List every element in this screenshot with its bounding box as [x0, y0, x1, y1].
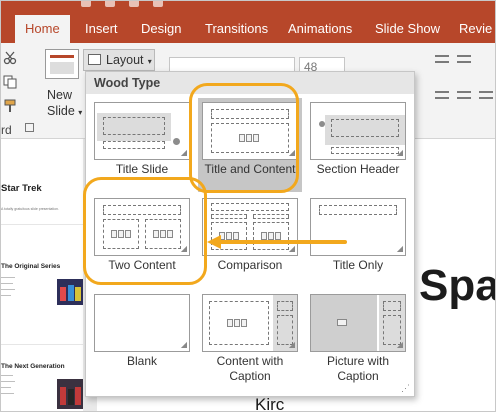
- layout-label: Blank: [126, 354, 158, 368]
- gallery-resize-grip[interactable]: ⋰: [401, 383, 410, 394]
- tab-slide-show[interactable]: Slide Show: [375, 15, 440, 43]
- layout-picture-with-caption[interactable]: ◢ Picture with Caption: [306, 290, 410, 384]
- new-slide-label-line2: Slide ▾: [47, 104, 83, 118]
- slide-thumbnails-panel: Star Trek A totally gratuitous slide pre…: [1, 139, 83, 411]
- copy-icon[interactable]: [3, 75, 17, 89]
- tab-design[interactable]: Design: [141, 15, 181, 43]
- layout-button-label: Layout: [106, 53, 144, 67]
- highlight-circle-two-content: [83, 177, 207, 285]
- annotation-arrow-shaft: [219, 240, 347, 244]
- crew-photo: [57, 279, 83, 305]
- annotation-arrow-head-icon: [207, 235, 221, 249]
- resize-mark: ◢: [396, 148, 403, 157]
- layout-thumbnail: ◢: [202, 294, 298, 352]
- layout-icon: [88, 54, 101, 65]
- quick-access-toolbar: [81, 1, 163, 9]
- tab-home[interactable]: Home: [15, 15, 70, 43]
- thumb-title: The Original Series: [1, 263, 61, 270]
- crew-photo: [57, 379, 83, 409]
- slide-thumbnail-1[interactable]: Star Trek A totally gratuitous slide pre…: [1, 141, 83, 225]
- thumb-line: [1, 381, 15, 382]
- clipboard-launcher-icon[interactable]: [25, 123, 34, 132]
- thumb-title: The Next Generation: [1, 363, 65, 370]
- resize-mark: ◢: [180, 148, 187, 157]
- align-center-icon[interactable]: [457, 91, 471, 99]
- layout-button[interactable]: Layout ▾: [83, 49, 155, 71]
- slide-body-text[interactable]: Kirc: [255, 395, 284, 411]
- layout-label: Title Slide: [115, 162, 169, 176]
- ribbon-tab-bar: Home Insert Design Transitions Animation…: [1, 1, 495, 43]
- align-left-icon[interactable]: [435, 91, 449, 99]
- numbering-icon[interactable]: [457, 55, 471, 63]
- layout-label: Content with Caption: [216, 354, 284, 383]
- layout-thumbnail: ◢: [310, 102, 406, 160]
- layout-label: Picture with Caption: [326, 354, 390, 383]
- resize-mark: ◢: [288, 244, 295, 253]
- format-painter-icon[interactable]: [3, 99, 17, 113]
- resize-mark: ◢: [288, 340, 295, 349]
- layout-content-with-caption[interactable]: ◢ Content with Caption: [198, 290, 302, 384]
- undo-icon[interactable]: [105, 1, 115, 7]
- tab-review[interactable]: Revie: [459, 15, 492, 43]
- tab-animations[interactable]: Animations: [288, 15, 352, 43]
- thumb-line: [1, 375, 13, 376]
- align-right-icon[interactable]: [479, 91, 493, 99]
- layout-label: Comparison: [217, 258, 283, 272]
- thumb-subtitle: A totally gratuitous slide presentation.: [1, 207, 59, 211]
- layout-label: Section Header: [316, 162, 400, 176]
- resize-mark: ◢: [396, 244, 403, 253]
- slide-thumbnail-2[interactable]: The Original Series: [1, 249, 83, 345]
- tab-insert[interactable]: Insert: [85, 15, 118, 43]
- clipboard-group-label: rd: [1, 123, 12, 137]
- slide-title-text[interactable]: Spa: [419, 261, 495, 311]
- thumb-title: Star Trek: [1, 183, 42, 194]
- resize-mark: ◢: [180, 340, 187, 349]
- content-placeholder-icon: [227, 317, 249, 329]
- thumb-line: [1, 277, 15, 278]
- new-slide-label-line1: New: [47, 88, 73, 102]
- paragraph-group: [435, 55, 495, 115]
- layout-thumbnail: ◢: [94, 294, 190, 352]
- bullets-icon[interactable]: [435, 55, 449, 63]
- start-from-beginning-icon[interactable]: [153, 1, 163, 7]
- resize-mark: ◢: [396, 340, 403, 349]
- layout-label: Title Only: [332, 258, 384, 272]
- powerpoint-window: Home Insert Design Transitions Animation…: [0, 0, 496, 412]
- tab-transitions[interactable]: Transitions: [205, 15, 268, 43]
- new-slide-button[interactable]: New Slide ▾: [47, 87, 82, 121]
- slide-thumbnail-3[interactable]: The Next Generation: [1, 359, 83, 411]
- redo-icon[interactable]: [129, 1, 139, 7]
- layout-blank[interactable]: ◢ Blank: [90, 290, 194, 384]
- picture-placeholder-icon: [337, 319, 347, 326]
- highlight-circle-title-and-content: [189, 83, 299, 193]
- thumb-line: [1, 295, 11, 296]
- layout-thumbnail: ◢: [310, 294, 406, 352]
- thumb-line: [1, 283, 13, 284]
- thumb-line: [1, 387, 11, 388]
- thumb-line: [1, 289, 15, 290]
- cut-icon[interactable]: [3, 51, 17, 65]
- new-slide-icon[interactable]: [45, 49, 79, 79]
- chevron-down-icon: ▾: [145, 57, 152, 66]
- layout-thumbnail: ◢: [94, 102, 190, 160]
- layout-thumbnail: ◢: [310, 198, 406, 256]
- save-icon[interactable]: [81, 1, 91, 7]
- thumb-line: [1, 393, 14, 394]
- layout-section-header[interactable]: ◢ Section Header: [306, 98, 410, 192]
